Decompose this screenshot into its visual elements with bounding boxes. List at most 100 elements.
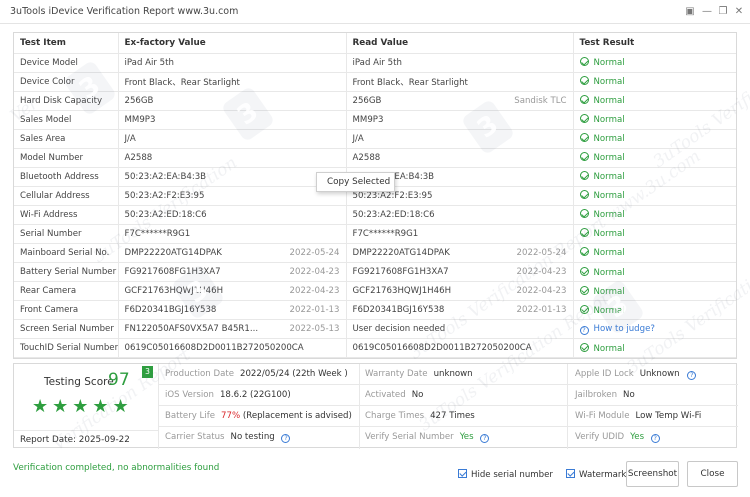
hide-serial-checkbox[interactable]: Hide serial number [458,469,553,480]
table-row[interactable]: Sales Area J/A J/A Normal [14,129,736,149]
ex-factory-cell[interactable]: FN122050AFS0VX5A7 B45R1... 2022-05-13 [118,319,347,340]
test-result-cell[interactable]: Normal [573,300,736,321]
test-result-cell[interactable]: Normal [573,148,736,168]
test-result-cell[interactable]: Normal [573,281,736,302]
table-row[interactable]: TouchID Serial Number 0619C05016608D2D001… [14,338,736,358]
test-result-cell[interactable]: Normal [573,338,736,358]
ex-factory-cell[interactable]: Front Black、Rear Starlight [118,72,347,92]
table-row[interactable]: Serial Number F7C******R9G1 F7C******R9G1 N… [14,224,736,244]
ex-factory-cell[interactable]: 256GB [118,91,347,111]
test-item-cell[interactable]: TouchID Serial Number [14,338,119,358]
column-header-ex-factory[interactable]: Ex-factory Value [118,33,347,54]
ex-factory-cell[interactable]: 50:23:A2:F2:E3:95 [118,186,347,206]
table-row[interactable]: Model Number A2588 A2588 Normal [14,148,736,168]
read-value-cell[interactable]: F7C******R9G1 [346,224,574,244]
test-item-cell[interactable]: Screen Serial Number [14,319,119,340]
ex-factory-cell[interactable]: GCF21763HQWJ1H46H 2022-04-23 [118,281,347,302]
table-row[interactable]: Mainboard Serial No. DMP22220ATG14DPAK 202… [14,243,736,264]
watermarks-checkbox[interactable]: Watermarks [566,469,631,480]
checkbox-checked-icon[interactable] [458,469,467,478]
ex-factory-cell[interactable]: A2588 [118,148,347,168]
read-value-cell[interactable]: User decision needed [346,319,574,340]
help-icon[interactable]: ? [687,371,697,380]
title-bar: 3uTools iDevice Verification Report www.… [0,0,750,24]
table-row[interactable]: Screen Serial Number FN122050AFS0VX5A7 B4… [14,319,736,340]
table-row[interactable]: Device Color Front Black、Rear Starlight Fr… [14,72,736,92]
test-result-cell[interactable]: Normal [573,205,736,225]
ex-factory-cell[interactable]: 0619C05016608D2D0011B272050200CA [118,338,347,358]
test-result-cell[interactable]: Normal [573,53,736,73]
wifi-module-cell: Wi-Fi Module Low Temp Wi-Fi [567,406,738,427]
help-icon[interactable]: ? [281,434,291,443]
test-item-cell[interactable]: Sales Area [14,129,119,149]
test-item-cell[interactable]: Model Number [14,148,119,168]
column-header-read-value[interactable]: Read Value [346,33,574,54]
table-row[interactable]: Rear Camera GCF21763HQWJ1H46H 2022-04-23 GC… [14,281,736,302]
ex-factory-cell[interactable]: 50:23:A2:EA:B4:3B [118,167,347,187]
test-result-cell[interactable]: Normal [573,91,736,111]
checkbox-checked-icon[interactable] [566,469,575,478]
ex-factory-cell[interactable]: F6D20341BGJ16Y538 2022-01-13 [118,300,347,321]
read-value-cell[interactable]: DMP22220ATG14DPAK 2022-05-24 [346,243,574,264]
ex-factory-cell[interactable]: iPad Air 5th [118,53,347,73]
table-row[interactable]: Sales Model MM9P3 MM9P3 Normal [14,110,736,130]
ex-factory-cell[interactable]: 50:23:A2:ED:18:C6 [118,205,347,225]
close-window-button[interactable]: ✕ [731,4,747,20]
test-result-cell[interactable]: Normal [573,110,736,130]
test-item-cell[interactable]: Rear Camera [14,281,119,302]
ex-factory-cell[interactable]: DMP22220ATG14DPAK 2022-05-24 [118,243,347,264]
read-value-cell[interactable]: iPad Air 5th [346,53,574,73]
restore-button[interactable]: ❐ [715,4,731,20]
ex-factory-cell[interactable]: F7C******R9G1 [118,224,347,244]
read-value-cell[interactable]: F6D20341BGJ16Y538 2022-01-13 [346,300,574,321]
read-value-cell[interactable]: Front Black、Rear Starlight [346,72,574,92]
read-value-cell[interactable]: GCF21763HQWJ1H46H 2022-04-23 [346,281,574,302]
test-item-cell[interactable]: Front Camera [14,300,119,321]
table-row[interactable]: Battery Serial Number FG9217608FG1H3XA7 20… [14,262,736,283]
test-item-cell[interactable]: Mainboard Serial No. [14,243,119,264]
test-item-cell[interactable]: Sales Model [14,110,119,130]
help-icon[interactable]: ? [480,434,490,443]
column-header-test-item[interactable]: Test Item [14,33,119,54]
read-value-cell[interactable]: MM9P3 [346,110,574,130]
test-item-cell[interactable]: Cellular Address [14,186,119,206]
table-row[interactable]: Device Model iPad Air 5th iPad Air 5th Norm… [14,53,736,73]
close-button[interactable]: Close [687,461,738,487]
test-result-cell[interactable]: Normal [573,243,736,264]
help-icon[interactable]: ? [650,434,660,443]
column-header-test-result[interactable]: Test Result [573,33,736,54]
context-menu-copy-selected[interactable]: Copy Selected [316,172,395,192]
test-item-cell[interactable]: Wi-Fi Address [14,205,119,225]
ex-factory-cell[interactable]: MM9P3 [118,110,347,130]
test-item-cell[interactable]: Bluetooth Address [14,167,119,187]
table-row[interactable]: Wi-Fi Address 50:23:A2:ED:18:C6 50:23:A2:E… [14,205,736,225]
test-result-cell[interactable]: Normal [573,167,736,187]
read-value-cell[interactable]: J/A [346,129,574,149]
pin-icon[interactable]: ▣ [682,4,698,20]
test-result-cell[interactable]: Normal [573,262,736,283]
verify-serial-value: Yes [459,432,474,442]
test-result-cell[interactable]: Normal [573,129,736,149]
test-item-cell[interactable]: Hard Disk Capacity [14,91,119,111]
minimize-button[interactable]: — [699,4,715,20]
test-item-cell[interactable]: Battery Serial Number [14,262,119,283]
test-result-cell[interactable]: Normal [573,72,736,92]
ex-factory-cell[interactable]: J/A [118,129,347,149]
read-value-cell[interactable]: 50:23:A2:ED:18:C6 [346,205,574,225]
test-item-cell[interactable]: Device Color [14,72,119,92]
read-value-cell[interactable]: FG9217608FG1H3XA7 2022-04-23 [346,262,574,283]
test-item-cell[interactable]: Device Model [14,53,119,73]
result-normal: Normal [593,305,625,316]
ex-factory-cell[interactable]: FG9217608FG1H3XA7 2022-04-23 [118,262,347,283]
read-value-cell[interactable]: 256GB Sandisk TLC [346,91,574,111]
read-value-cell[interactable]: A2588 [346,148,574,168]
table-row[interactable]: Hard Disk Capacity 256GB 256GB Sandisk TLC N… [14,91,736,111]
read-value-cell[interactable]: 0619C05016608D2D0011B272050200CA [346,338,574,358]
test-result-cell[interactable]: ? How to judge? [573,319,736,340]
table-row[interactable]: Front Camera F6D20341BGJ16Y538 2022-01-13 F… [14,300,736,321]
how-to-judge-link: How to judge? [593,323,655,334]
test-result-cell[interactable]: Normal [573,186,736,206]
test-result-cell[interactable]: Normal [573,224,736,244]
test-item-cell[interactable]: Serial Number [14,224,119,244]
screenshot-button[interactable]: Screenshot [626,461,679,487]
